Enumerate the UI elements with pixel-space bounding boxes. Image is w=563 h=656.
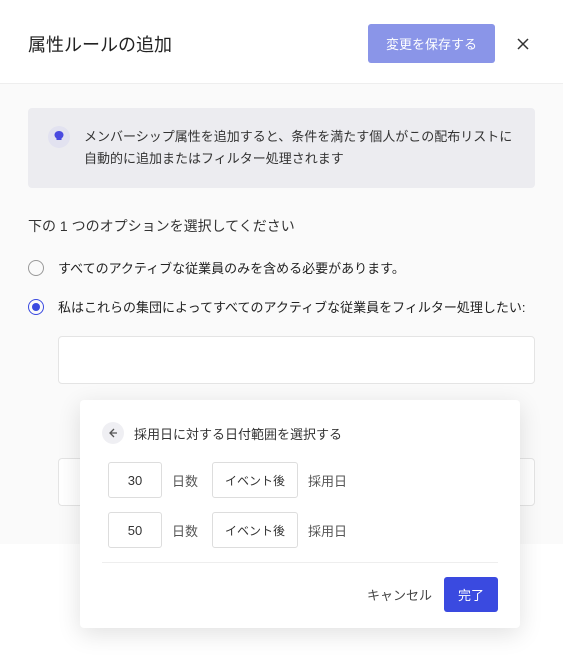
radio-icon (28, 299, 44, 315)
save-button[interactable]: 変更を保存する (368, 24, 495, 63)
dialog-title: 属性ルールの追加 (28, 31, 172, 57)
radio-label: 私はこれらの集団によってすべてのアクティブな従業員をフィルター処理したい: (58, 297, 525, 316)
radio-icon (28, 260, 44, 276)
field-label: 採用日 (308, 521, 347, 540)
days-input[interactable] (108, 512, 162, 548)
field-label: 採用日 (308, 471, 347, 490)
close-icon (515, 36, 531, 52)
radio-label: すべてのアクティブな従業員のみを含める必要があります。 (58, 258, 405, 277)
date-range-row: 日数 イベント後 採用日 (102, 462, 498, 498)
days-input[interactable] (108, 462, 162, 498)
options-radio-group: すべてのアクティブな従業員のみを含める必要があります。 私はこれらの集団によって… (28, 258, 535, 316)
popup-footer: キャンセル 完了 (102, 562, 498, 612)
lightbulb-icon (48, 126, 70, 148)
back-button[interactable] (102, 422, 124, 444)
days-label: 日数 (172, 471, 202, 490)
done-button[interactable]: 完了 (444, 577, 498, 612)
days-label: 日数 (172, 521, 202, 540)
option-all-active[interactable]: すべてのアクティブな従業員のみを含める必要があります。 (28, 258, 535, 277)
header-actions: 変更を保存する (368, 24, 535, 63)
date-range-popup: 採用日に対する日付範囲を選択する 日数 イベント後 採用日 日数 イベント後 採… (80, 400, 520, 628)
filter-card[interactable] (58, 336, 535, 384)
popup-title: 採用日に対する日付範囲を選択する (134, 424, 342, 443)
popup-header: 採用日に対する日付範囲を選択する (102, 422, 498, 444)
dialog-header: 属性ルールの追加 変更を保存する (0, 0, 563, 84)
timing-select[interactable]: イベント後 (212, 512, 298, 548)
date-range-row: 日数 イベント後 採用日 (102, 512, 498, 548)
section-label: 下の 1 つのオプションを選択してください (28, 216, 535, 236)
info-banner: メンバーシップ属性を追加すると、条件を満たす個人がこの配布リストに自動的に追加ま… (28, 108, 535, 188)
close-button[interactable] (511, 32, 535, 56)
cancel-button[interactable]: キャンセル (367, 585, 432, 604)
option-filter-by-groups[interactable]: 私はこれらの集団によってすべてのアクティブな従業員をフィルター処理したい: (28, 297, 535, 316)
info-text: メンバーシップ属性を追加すると、条件を満たす個人がこの配布リストに自動的に追加ま… (84, 126, 515, 170)
timing-select[interactable]: イベント後 (212, 462, 298, 498)
arrow-left-icon (108, 428, 118, 438)
